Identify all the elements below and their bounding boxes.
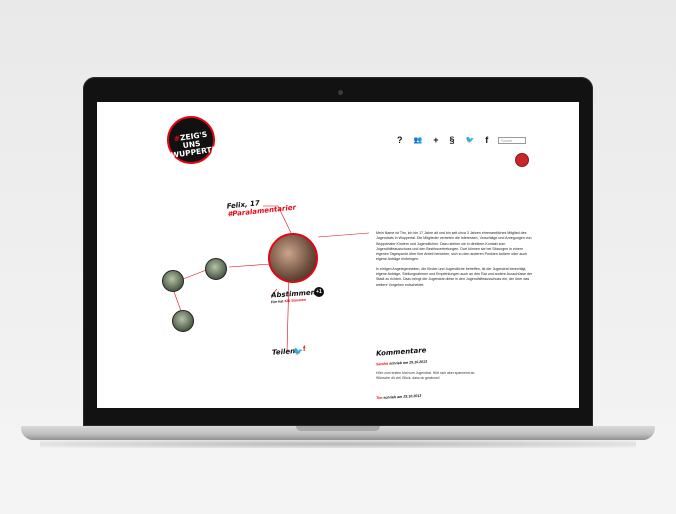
thumbnail-photo-1[interactable]: [205, 258, 227, 280]
comment-1-author[interactable]: Sandra: [376, 362, 388, 367]
laptop-shadow: [40, 440, 636, 448]
twitter-icon[interactable]: 🐦: [466, 136, 475, 144]
group-icon[interactable]: 👥: [414, 136, 423, 144]
thumbnail-photo-2[interactable]: [162, 270, 184, 292]
webcam: [338, 90, 343, 95]
laptop-notch: [296, 426, 380, 431]
bio-paragraph-1: Mein Name ist Tim, ich bin 17 Jahre alt …: [376, 231, 532, 262]
top-nav: ? 👥 + § 🐦 f: [397, 135, 488, 145]
vote-plus-badge[interactable]: +1: [314, 287, 324, 297]
share-facebook-icon[interactable]: f: [303, 346, 305, 353]
comment-1-text: Höre zum ersten Mal vom Jugendrat. Hört …: [376, 371, 476, 380]
comment-2-author[interactable]: Tim: [376, 396, 383, 400]
help-icon[interactable]: ?: [397, 135, 403, 145]
paragraph-icon[interactable]: §: [449, 135, 454, 145]
share-twitter-icon[interactable]: 🐦: [293, 347, 303, 356]
search-input[interactable]: Suche: [498, 137, 526, 144]
bio-text: Mein Name ist Tim, ich bin 17 Jahre alt …: [376, 231, 534, 292]
profile-photo[interactable]: [268, 233, 318, 283]
facebook-icon[interactable]: f: [485, 135, 488, 145]
bio-paragraph-2: In einigen Angelegenheiten, die Kinder u…: [376, 266, 533, 287]
share-label: Teilen: [271, 347, 296, 357]
user-avatar[interactable]: [515, 153, 529, 167]
thumbnail-photo-3[interactable]: [172, 310, 194, 332]
add-icon[interactable]: +: [433, 135, 438, 145]
laptop-screen: #ZEIG'S UNS WUPPERTAL ? 👥 + § 🐦 f Suche …: [97, 102, 579, 408]
